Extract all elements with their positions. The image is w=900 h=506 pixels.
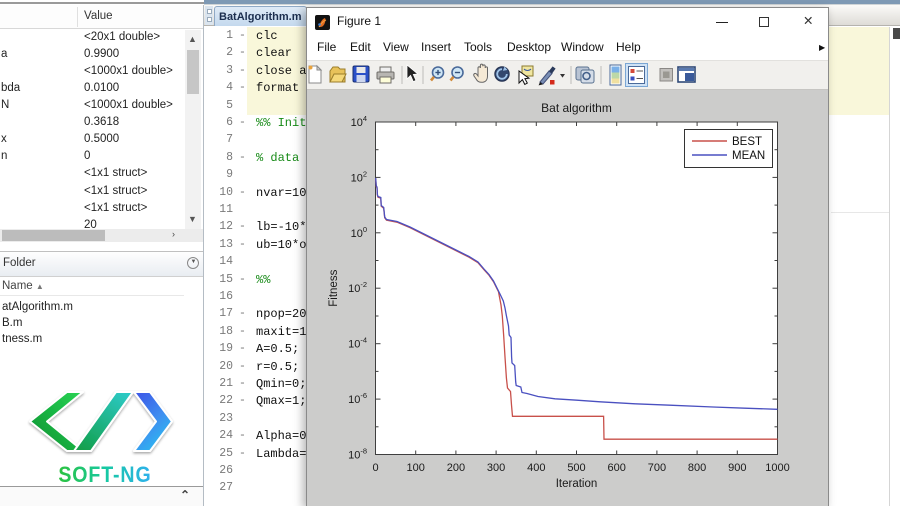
svg-text:400: 400 bbox=[527, 462, 545, 474]
svg-text:100: 100 bbox=[407, 462, 425, 474]
svg-text:100: 100 bbox=[351, 225, 367, 240]
svg-text:BEST: BEST bbox=[732, 136, 762, 148]
svg-text:10-8: 10-8 bbox=[348, 447, 367, 462]
svg-text:10-2: 10-2 bbox=[348, 280, 367, 295]
svg-text:300: 300 bbox=[487, 462, 505, 474]
svg-text:1000: 1000 bbox=[765, 462, 789, 474]
svg-text:600: 600 bbox=[608, 462, 626, 474]
svg-text:0: 0 bbox=[372, 462, 378, 474]
svg-text:Fitness: Fitness bbox=[328, 269, 340, 306]
svg-text:102: 102 bbox=[351, 169, 367, 184]
svg-text:500: 500 bbox=[567, 462, 585, 474]
svg-text:Bat algorithm: Bat algorithm bbox=[541, 101, 612, 115]
svg-text:MEAN: MEAN bbox=[732, 150, 765, 162]
svg-text:Iteration: Iteration bbox=[556, 478, 598, 490]
svg-text:SOFT-NG: SOFT-NG bbox=[58, 463, 151, 487]
svg-text:200: 200 bbox=[447, 462, 465, 474]
svg-text:10-4: 10-4 bbox=[348, 336, 367, 351]
svg-text:800: 800 bbox=[688, 462, 706, 474]
svg-text:900: 900 bbox=[728, 462, 746, 474]
svg-text:700: 700 bbox=[648, 462, 666, 474]
svg-text:10-6: 10-6 bbox=[348, 391, 367, 406]
svg-text:104: 104 bbox=[351, 114, 367, 129]
